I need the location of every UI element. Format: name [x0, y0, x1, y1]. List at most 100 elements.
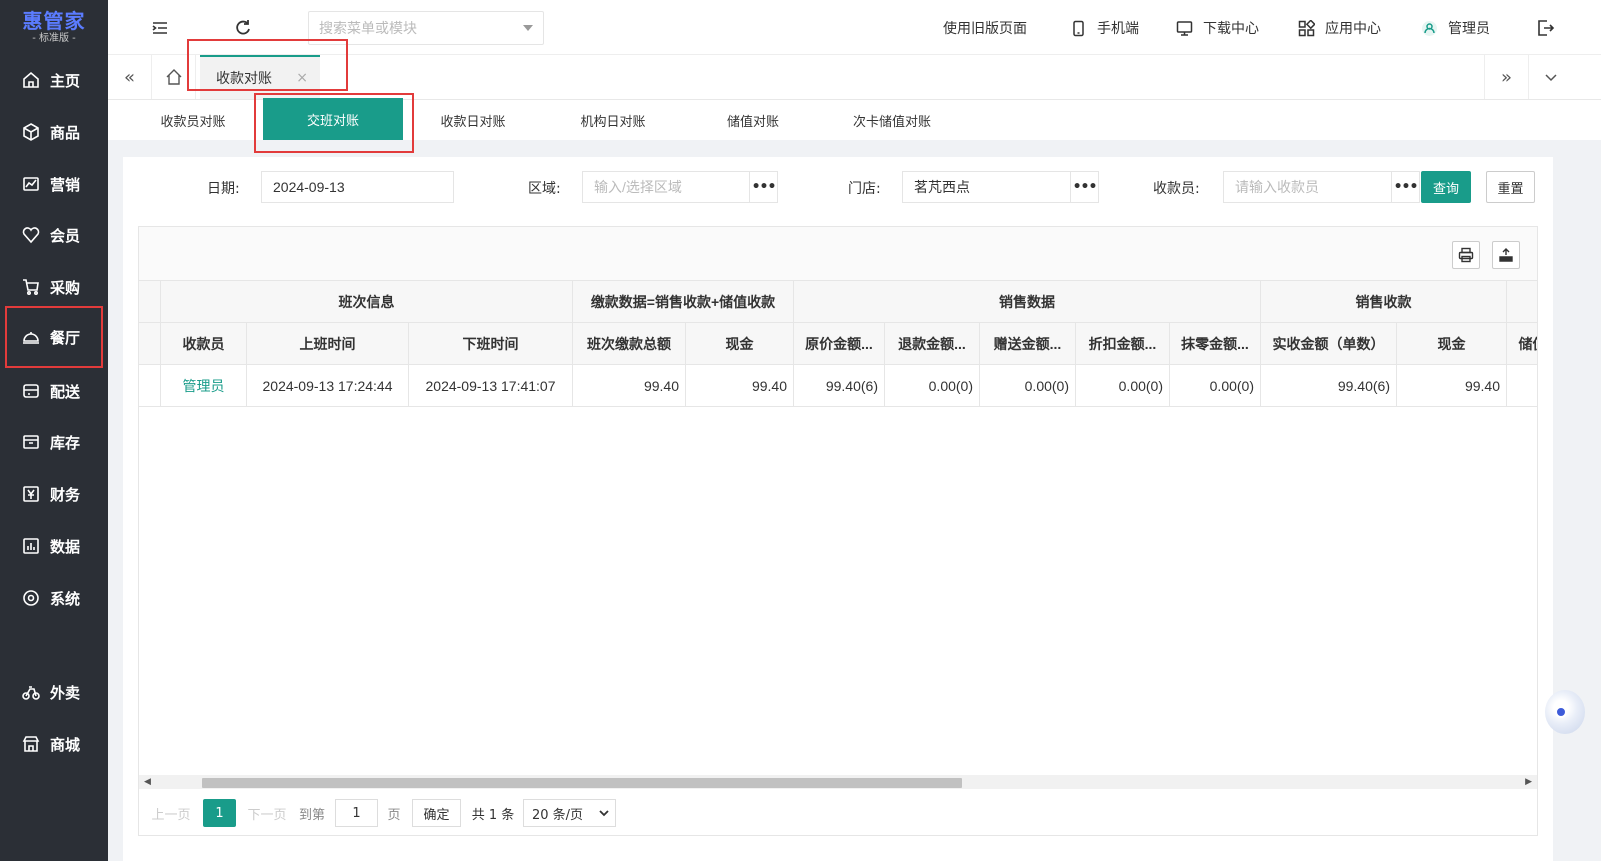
sidebar-item-delivery[interactable]: 配送 [0, 365, 108, 417]
floating-assistant-button[interactable] [1545, 690, 1585, 734]
store-input[interactable]: 茗芃西点 [902, 171, 1071, 203]
scroll-right-arrow[interactable]: ▶ [1525, 777, 1532, 787]
col-receipt-cash[interactable]: 现金 [1397, 323, 1507, 365]
col-stored-value[interactable]: 储值 [1507, 323, 1537, 365]
menu-search-select[interactable]: 搜索菜单或模块 [308, 11, 544, 45]
sidebar-item-home[interactable]: 主页 [0, 54, 108, 106]
print-button[interactable] [1452, 241, 1480, 269]
assistant-dot-icon [1555, 706, 1567, 718]
sidebar-item-member[interactable]: 会员 [0, 209, 108, 261]
apps-icon [1298, 19, 1315, 36]
subtab-cashier[interactable]: 收款员对账 [138, 100, 248, 140]
sidebar-item-data[interactable]: 数据 [0, 520, 108, 572]
home-tab[interactable] [152, 55, 196, 99]
sidebar-item-inventory[interactable]: 库存 [0, 416, 108, 468]
page-number-input[interactable]: 1 [335, 799, 378, 827]
col-start-time[interactable]: 上班时间 [247, 323, 409, 365]
horizontal-scrollbar[interactable]: ◀ ▶ [139, 775, 1537, 789]
store-label: 门店: [848, 181, 881, 197]
page-1-button[interactable]: 1 [203, 799, 236, 827]
table-cell: 99.40(6) [794, 365, 885, 407]
mobile-label: 手机端 [1097, 21, 1139, 37]
table-cell [1507, 365, 1537, 407]
col-cashier[interactable]: 收款员 [161, 323, 247, 365]
chevron-down-icon [1544, 74, 1557, 82]
reset-button[interactable]: 重置 [1486, 171, 1535, 203]
shop-icon [22, 736, 40, 752]
date-input[interactable]: 2024-09-13 [261, 171, 454, 203]
region-label: 区域: [528, 181, 561, 197]
sidebar-item-label: 外卖 [50, 683, 81, 702]
tabs-next-button[interactable]: » [1484, 55, 1528, 99]
page-unit-label: 页 [387, 807, 401, 823]
col-rounding-amount[interactable]: 抹零金额... [1170, 323, 1261, 365]
sidebar-item-goods[interactable]: 商品 [0, 106, 108, 158]
sidebar-item-finance[interactable]: 财务 [0, 468, 108, 520]
goto-label: 到第 [298, 807, 325, 823]
user-menu[interactable]: 管理员 [1421, 18, 1490, 38]
scrollbar-thumb[interactable] [202, 778, 962, 788]
sidebar-item-restaurant[interactable]: 餐厅 [5, 306, 103, 368]
download-center-link[interactable]: 下载中心 [1176, 18, 1259, 38]
page-size-select[interactable]: 20 条/页 [523, 799, 616, 827]
sidebar-item-mall[interactable]: 商城 [0, 718, 108, 770]
menu-fold-icon[interactable] [150, 18, 170, 38]
reconciliation-subtabs: 收款员对账 交班对账 收款日对账 机构日对账 储值对账 次卡储值对账 [108, 98, 1601, 140]
tabs-menu-button[interactable] [1528, 55, 1572, 99]
app-center-link[interactable]: 应用中心 [1298, 18, 1381, 38]
cart-icon [23, 279, 39, 296]
subtab-card-stored-value[interactable]: 次卡储值对账 [836, 100, 948, 140]
subtab-stored-value[interactable]: 储值对账 [698, 100, 808, 140]
col-refund-amount[interactable]: 退款金额... [885, 323, 980, 365]
tabs-prev-button[interactable]: « [108, 55, 152, 99]
yen-icon [23, 486, 39, 502]
page-size-value: 20 条/页 [532, 807, 584, 823]
close-icon[interactable]: × [296, 70, 308, 86]
sidebar-item-label: 采购 [50, 278, 81, 297]
col-gift-amount[interactable]: 赠送金额... [980, 323, 1076, 365]
refresh-icon[interactable] [233, 18, 253, 38]
subtab-daily[interactable]: 收款日对账 [418, 100, 528, 140]
table-cell[interactable]: 管理员 [161, 365, 247, 407]
top-header: 搜索菜单或模块 使用旧版页面 手机端 下载中心 应用中心 管理员 [108, 0, 1601, 55]
col-received-amount[interactable]: 实收金额（单数） [1261, 323, 1397, 365]
table-grid: 班次信息 缴款数据=销售收款+储值收款 销售数据 销售收款 收款员 上班时间 下班时间 班次缴… [139, 281, 1537, 781]
old-page-link[interactable]: 使用旧版页面 [943, 18, 1027, 38]
table-cell: 0.00(0) [1170, 365, 1261, 407]
goto-confirm-button[interactable]: 确定 [412, 799, 461, 827]
cashier-more-button[interactable]: ••• [1392, 171, 1420, 203]
col-cash[interactable]: 现金 [686, 323, 794, 365]
group-header-sales-receipt: 销售收款 [1261, 281, 1507, 323]
prev-page-button[interactable]: 上一页 [151, 799, 191, 827]
data-icon [23, 538, 39, 554]
region-more-button[interactable]: ••• [750, 171, 778, 203]
scroll-left-arrow[interactable]: ◀ [144, 777, 151, 787]
user-avatar-icon [1422, 20, 1437, 36]
table-cell: 0.00(0) [980, 365, 1076, 407]
subtab-shift-handover[interactable]: 交班对账 [263, 98, 403, 140]
logo[interactable]: 惠管家 - 标准版 - [0, 0, 108, 56]
col-shift-total[interactable]: 班次缴款总额 [573, 323, 686, 365]
col-end-time[interactable]: 下班时间 [409, 323, 573, 365]
truck-icon [23, 384, 39, 398]
store-more-button[interactable]: ••• [1071, 171, 1099, 203]
query-button[interactable]: 查询 [1421, 171, 1471, 203]
box-icon [23, 123, 39, 141]
sidebar-item-marketing[interactable]: 营销 [0, 158, 108, 210]
sidebar-item-system[interactable]: 系统 [0, 572, 108, 624]
inventory-icon [23, 435, 39, 449]
sidebar-item-takeout[interactable]: 外卖 [0, 666, 108, 718]
mobile-link[interactable]: 手机端 [1070, 18, 1139, 38]
page-tabbar: « 收款对账 × » [108, 55, 1601, 100]
heart-icon [22, 227, 40, 244]
next-page-button[interactable]: 下一页 [247, 799, 287, 827]
cashier-input[interactable]: 请输入收款员 [1223, 171, 1392, 203]
subtab-org-daily[interactable]: 机构日对账 [558, 100, 668, 140]
tab-label: 收款对账 [216, 71, 272, 87]
export-button[interactable] [1492, 241, 1520, 269]
tab-payment-reconciliation[interactable]: 收款对账 × [200, 55, 320, 99]
col-original-amount[interactable]: 原价金额... [794, 323, 885, 365]
col-discount-amount[interactable]: 折扣金额... [1076, 323, 1170, 365]
region-input[interactable]: 输入/选择区域 [582, 171, 750, 203]
logout-icon[interactable] [1535, 18, 1555, 38]
